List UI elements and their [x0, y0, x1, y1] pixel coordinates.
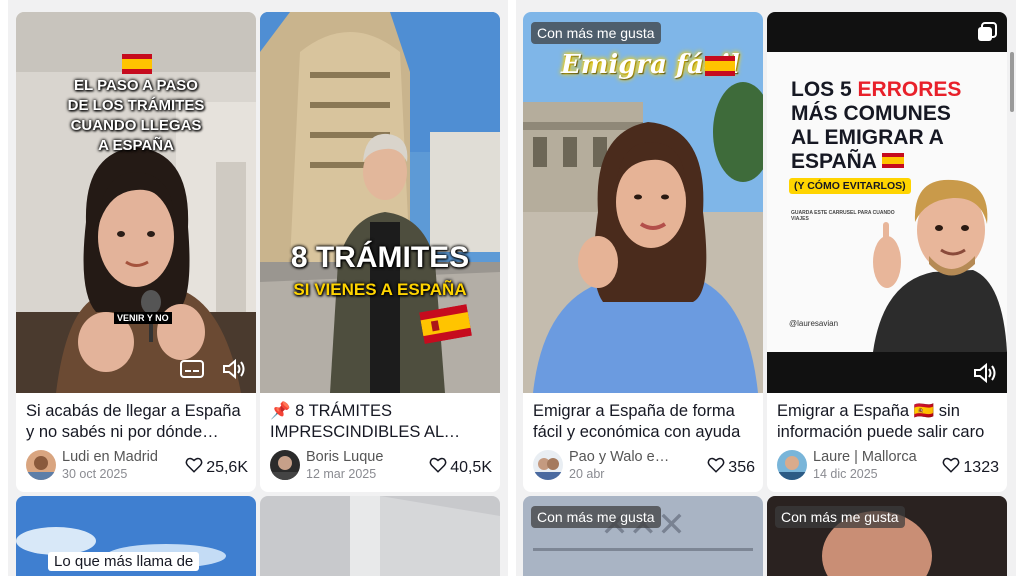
- feed-panel-right: Con más me gusta Emigra fácil Emigrar a …: [516, 0, 1016, 576]
- like-count: 356: [707, 456, 755, 479]
- video-overlay-text: EL PASO A PASO DE LOS TRÁMITES CUANDO LL…: [67, 77, 205, 154]
- author-name[interactable]: Boris Luque: [306, 449, 414, 465]
- captions-icon[interactable]: [180, 359, 204, 384]
- video-meta: Laure | Mallorca 14 dic 2025 1323: [777, 448, 999, 482]
- author-name[interactable]: Laure | Mallorca: [813, 449, 921, 465]
- sticker-text: VENIR Y NO: [114, 312, 172, 324]
- slide-handle: @lauresavian: [789, 319, 839, 328]
- spain-flag-icon: [705, 56, 735, 81]
- avatar[interactable]: [777, 450, 807, 480]
- post-date: 30 oct 2025: [62, 467, 128, 481]
- post-date: 14 dic 2025: [813, 467, 878, 481]
- scrollbar-thumb[interactable]: [1010, 52, 1014, 112]
- video-thumbnail[interactable]: 8 TRÁMITES SI VIENES A ESPAÑA: [260, 12, 500, 393]
- like-count-value: 25,6K: [206, 458, 248, 476]
- post-date: 20 abr: [569, 467, 605, 481]
- video-caption[interactable]: Si acabás de llegar a España y no sabés …: [26, 401, 248, 443]
- more-likes-badge: Con más me gusta: [531, 22, 661, 44]
- video-meta: Pao y Walo en España 20 abr 356: [533, 448, 755, 482]
- feed-panel-left: EL PASO A PASO DE LOS TRÁMITES CUANDO LL…: [8, 0, 508, 576]
- video-meta: Boris Luque 12 mar 2025 40,5K: [270, 448, 492, 482]
- like-count: 25,6K: [185, 456, 248, 479]
- avatar[interactable]: [26, 450, 56, 480]
- author-name[interactable]: Ludi en Madrid: [62, 449, 170, 465]
- volume-icon[interactable]: [973, 362, 997, 389]
- like-count: 40,5K: [429, 456, 492, 479]
- avatar[interactable]: [270, 450, 300, 480]
- post-date: 12 mar 2025: [306, 467, 377, 481]
- heart-icon: [942, 456, 960, 479]
- like-count-value: 40,5K: [450, 458, 492, 476]
- video-card[interactable]: ✕✕✕ Con más me gusta: [523, 496, 763, 576]
- video-card[interactable]: [260, 496, 500, 576]
- video-card[interactable]: Con más me gusta Emigra fácil Emigrar a …: [523, 12, 763, 492]
- slide-headline-part: LOS 5: [791, 78, 858, 101]
- like-count-value: 1323: [963, 458, 999, 476]
- video-thumbnail[interactable]: LOS 5 ERRORES MÁS COMUNES AL EMIGRAR A E…: [767, 12, 1007, 393]
- video-overlay-text: Lo que más llama de: [48, 552, 200, 571]
- video-caption[interactable]: 📌 8 TRÁMITES IMPRESCINDIBLES AL LLEGAR A…: [270, 401, 492, 443]
- video-caption[interactable]: Emigrar a España de forma fácil y económ…: [533, 401, 755, 443]
- video-meta: Ludi en Madrid 30 oct 2025 25,6K: [26, 448, 248, 482]
- video-overlay-subtitle: SI VIENES A ESPAÑA: [293, 280, 467, 299]
- author-name[interactable]: Pao y Walo en España: [569, 449, 677, 465]
- video-card[interactable]: Lo que más llama de: [16, 496, 256, 576]
- more-likes-badge: Con más me gusta: [775, 506, 905, 528]
- video-card[interactable]: 8 TRÁMITES SI VIENES A ESPAÑA 📌 8 TRÁMIT…: [260, 12, 500, 492]
- avatar[interactable]: [533, 450, 563, 480]
- video-overlay-title: 8 TRÁMITES: [290, 241, 470, 274]
- video-thumbnail[interactable]: Con más me gusta Emigra fácil: [523, 12, 763, 393]
- video-thumbnail[interactable]: EL PASO A PASO DE LOS TRÁMITES CUANDO LL…: [16, 12, 256, 393]
- video-card[interactable]: LOS 5 ERRORES MÁS COMUNES AL EMIGRAR A E…: [767, 12, 1007, 492]
- more-likes-badge: Con más me gusta: [531, 506, 661, 528]
- heart-icon: [185, 456, 203, 479]
- volume-icon[interactable]: [222, 358, 246, 385]
- slide-headline-highlight: ERRORES: [857, 78, 962, 101]
- heart-icon: [429, 456, 447, 479]
- video-card[interactable]: Con más me gusta: [767, 496, 1007, 576]
- heart-icon: [707, 456, 725, 479]
- carousel-icon: [977, 22, 997, 47]
- like-count: 1323: [942, 456, 999, 479]
- video-caption[interactable]: Emigrar a España 🇪🇸 sin información pued…: [777, 401, 999, 443]
- video-card[interactable]: EL PASO A PASO DE LOS TRÁMITES CUANDO LL…: [16, 12, 256, 492]
- like-count-value: 356: [728, 458, 755, 476]
